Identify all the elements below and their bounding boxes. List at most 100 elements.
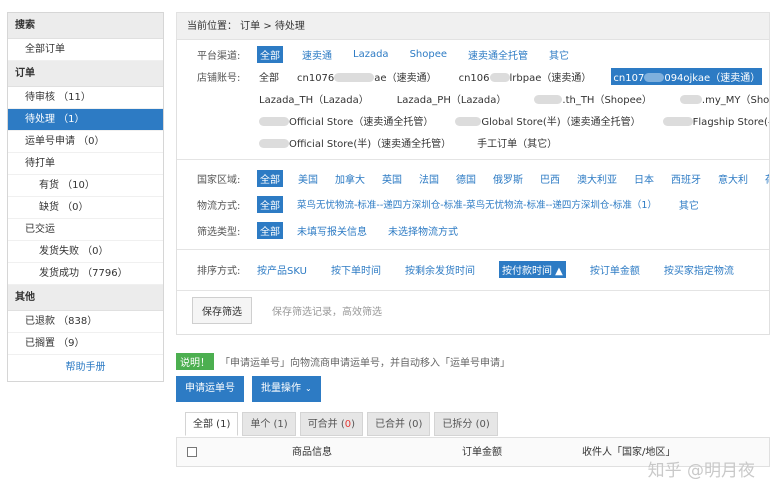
column-product-info: 商品信息 <box>292 447 332 458</box>
sidebar-header-search: 搜索 <box>8 13 163 39</box>
sidebar-item-pending-review[interactable]: 待审核 （11） <box>8 87 163 109</box>
batch-operation-button[interactable]: 批量操作 ⌄ <box>252 376 321 402</box>
store-filter-row-3: Official Store（速卖通全托管） Global Store(半)（速… <box>177 109 769 131</box>
sidebar-item-in-stock[interactable]: 有货 （10） <box>8 175 163 197</box>
platform-option-lazada[interactable]: Lazada <box>351 48 391 61</box>
store-option-4[interactable]: Lazada_TH（Lazada） <box>257 90 371 107</box>
tab-mergeable[interactable]: 可合并 (0) <box>299 412 364 436</box>
tab-split[interactable]: 已拆分 (0) <box>434 412 498 436</box>
info-note: 说明！ 「申请运单号」向物流商申请运单号，并自动移入「运单号申请」 <box>176 353 510 370</box>
filter-box: 平台渠道: 全部 速卖通 Lazada Shopee 速卖通全托管 其它 店铺账… <box>176 40 770 335</box>
sidebar-item-to-print[interactable]: 待打单 <box>8 153 163 175</box>
store-option-6[interactable]: .th_TH（Shopee） <box>532 90 654 107</box>
tab-all[interactable]: 全部 (1) <box>185 412 239 436</box>
region-filter-row: 国家区域: 全部 美国 加拿大 英国 法国 德国 俄罗斯 巴西 澳大利亚 日本 … <box>177 167 769 189</box>
sort-option-amount[interactable]: 按订单金额 <box>590 262 640 277</box>
region-option-au[interactable]: 澳大利亚 <box>575 170 619 187</box>
sort-option-remaining-time[interactable]: 按剩余发货时间 <box>405 262 475 277</box>
platform-option-aliexpress-managed[interactable]: 速卖通全托管 <box>466 46 530 63</box>
column-order-amount: 订单金额 <box>462 447 502 458</box>
watermark: 知乎 @明月夜 <box>647 461 755 481</box>
apply-waybill-button[interactable]: 申请运单号 <box>176 376 244 402</box>
store-option-3[interactable]: cn107 094ojkae（速卖通） <box>611 67 763 85</box>
region-option-it[interactable]: 意大利 <box>716 170 750 187</box>
order-tabs: 全部 (1) 单个 (1) 可合并 (0) 已合并 (0) 已拆分 (0) <box>185 412 502 436</box>
logistics-filter-row: 物流方式: 全部 菜鸟无忧物流-标准--递四方深圳仓-标准-菜鸟无忧物流-标准-… <box>177 193 769 215</box>
filter-type-row: 筛选类型: 全部 未填写报关信息 未选择物流方式 <box>177 219 769 241</box>
filter-type-option-all[interactable]: 全部 <box>257 221 283 239</box>
sidebar-item-ship-failed[interactable]: 发货失败 （0） <box>8 241 163 263</box>
sidebar-item-pending[interactable]: 待处理 （1） <box>8 109 163 131</box>
region-option-de[interactable]: 德国 <box>454 170 478 187</box>
sidebar-item-ship-success[interactable]: 发货成功 （7796） <box>8 263 163 285</box>
store-option-5[interactable]: Lazada_PH（Lazada） <box>395 90 509 107</box>
filter-type-option-no-customs[interactable]: 未填写报关信息 <box>295 222 369 239</box>
main-panel: 当前位置： 订单 > 待处理 平台渠道: 全部 速卖通 Lazada Shope… <box>176 12 770 335</box>
select-all-checkbox[interactable] <box>187 447 197 457</box>
store-option-8[interactable]: Official Store（速卖通全托管） <box>257 112 435 129</box>
store-option-10[interactable]: Flagship Store(半) <box>661 112 769 129</box>
sidebar-item-refunded[interactable]: 已退款 （838） <box>8 311 163 333</box>
region-option-uk[interactable]: 英国 <box>380 170 404 187</box>
sidebar-item-shipped[interactable]: 已交运 <box>8 219 163 241</box>
store-filter-row: 店铺账号: 全部 cn1076 ae（速卖通） cn106 lrbpae（速卖通） … <box>177 65 769 87</box>
sort-option-buyer-logistics[interactable]: 按买家指定物流 <box>664 262 734 277</box>
tab-merged[interactable]: 已合并 (0) <box>367 412 431 436</box>
sidebar-header-other: 其他 <box>8 285 163 311</box>
region-option-ru[interactable]: 俄罗斯 <box>491 170 525 187</box>
filter-type-option-no-logistics[interactable]: 未选择物流方式 <box>386 222 460 239</box>
sidebar-item-out-of-stock[interactable]: 缺货 （0） <box>8 197 163 219</box>
store-option-12[interactable]: 手工订单（其它） <box>475 134 559 151</box>
platform-option-all[interactable]: 全部 <box>257 45 283 63</box>
region-option-es[interactable]: 西班牙 <box>669 170 703 187</box>
action-buttons: 申请运单号 批量操作 ⌄ <box>176 376 329 402</box>
store-option-7[interactable]: .my_MY（Shopee） <box>678 90 769 107</box>
store-option-2[interactable]: cn106 lrbpae（速卖通） <box>457 68 594 85</box>
note-text: 「申请运单号」向物流商申请运单号，并自动移入「运单号申请」 <box>220 358 510 369</box>
region-label: 国家区域: <box>197 174 241 186</box>
sort-option-sku[interactable]: 按产品SKU <box>257 262 307 277</box>
sidebar-header-orders: 订单 <box>8 61 163 87</box>
region-option-br[interactable]: 巴西 <box>538 170 562 187</box>
filter-type-label: 筛选类型: <box>197 226 241 238</box>
tab-single[interactable]: 单个 (1) <box>242 412 296 436</box>
region-section: 国家区域: 全部 美国 加拿大 英国 法国 德国 俄罗斯 巴西 澳大利亚 日本 … <box>177 159 769 249</box>
store-option-1[interactable]: cn1076 ae（速卖通） <box>295 68 439 85</box>
save-filter-section: 保存筛选 保存筛选记录，高效筛选 <box>177 290 769 334</box>
platform-label: 平台渠道: <box>197 50 241 62</box>
region-option-us[interactable]: 美国 <box>296 170 320 187</box>
platform-option-shopee[interactable]: Shopee <box>408 48 449 61</box>
store-option-9[interactable]: Global Store(半)（速卖通全托管） <box>453 112 642 129</box>
region-option-fr[interactable]: 法国 <box>417 170 441 187</box>
save-filter-button[interactable]: 保存筛选 <box>192 296 252 324</box>
sort-option-order-time[interactable]: 按下单时间 <box>331 262 381 277</box>
logistics-label: 物流方式: <box>197 200 241 212</box>
save-filter-row: 保存筛选 保存筛选记录，高效筛选 <box>177 291 769 329</box>
store-filter-row-4: Official Store(半)（速卖通全托管） 手工订单（其它） <box>177 131 769 153</box>
sort-label: 排序方式: <box>197 265 241 277</box>
platform-option-aliexpress[interactable]: 速卖通 <box>300 46 334 63</box>
platform-option-other[interactable]: 其它 <box>547 46 571 63</box>
logistics-option-cainiao[interactable]: 菜鸟无忧物流-标准--递四方深圳仓-标准-菜鸟无忧物流-标准--递四方深圳仓-标… <box>295 196 659 212</box>
region-option-all[interactable]: 全部 <box>257 169 283 187</box>
batch-operation-label: 批量操作 <box>261 383 301 394</box>
region-option-ca[interactable]: 加拿大 <box>333 170 367 187</box>
store-option-all[interactable]: 全部 <box>257 68 281 85</box>
sort-bar: 排序方式: 按产品SKU 按下单时间 按剩余发货时间 按付款时间 ▲ 按订单金额… <box>177 254 769 284</box>
region-option-jp[interactable]: 日本 <box>632 170 656 187</box>
sort-option-payment-time[interactable]: 按付款时间 ▲ <box>498 260 566 278</box>
store-filter-row-2: Lazada_TH（Lazada） Lazada_PH（Lazada） .th_… <box>177 87 769 109</box>
help-manual-link[interactable]: 帮助手册 <box>8 355 163 381</box>
region-option-nl[interactable]: 荷兰 <box>763 170 769 187</box>
sort-section: 排序方式: 按产品SKU 按下单时间 按剩余发货时间 按付款时间 ▲ 按订单金额… <box>177 249 769 290</box>
sidebar-item-all-orders[interactable]: 全部订单 <box>8 39 163 61</box>
sidebar-item-waybill-apply[interactable]: 运单号申请 （0） <box>8 131 163 153</box>
logistics-option-all[interactable]: 全部 <box>257 195 283 213</box>
store-option-11[interactable]: Official Store(半)（速卖通全托管） <box>257 134 453 151</box>
logistics-option-other[interactable]: 其它 <box>677 196 701 213</box>
note-tag: 说明！ <box>176 353 214 370</box>
sidebar-item-ignored[interactable]: 已搁置 （9） <box>8 333 163 355</box>
platform-filter-row: 平台渠道: 全部 速卖通 Lazada Shopee 速卖通全托管 其它 <box>177 43 769 65</box>
chevron-down-icon: ⌄ <box>305 384 312 393</box>
save-filter-hint: 保存筛选记录，高效筛选 <box>272 306 382 318</box>
